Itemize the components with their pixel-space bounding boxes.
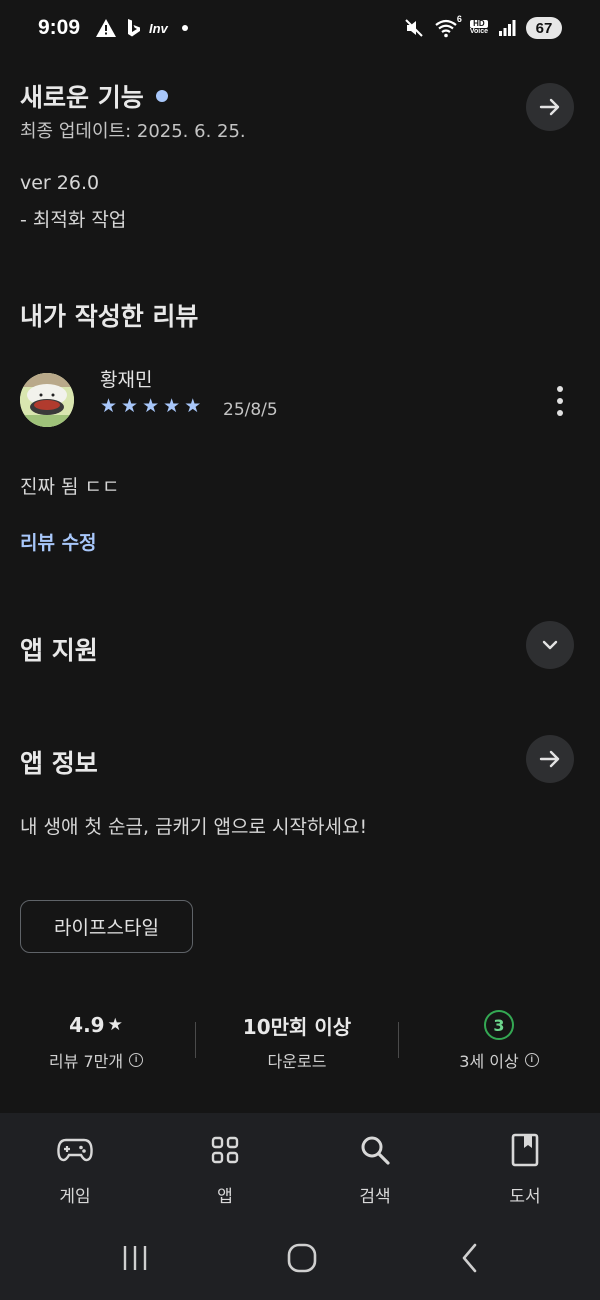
status-time: 9:09 bbox=[38, 16, 81, 39]
back-button[interactable] bbox=[440, 1238, 500, 1278]
app-support-title: 앱 지원 bbox=[20, 636, 98, 665]
app-support-expand-button[interactable] bbox=[526, 621, 574, 669]
info-icon[interactable]: i bbox=[129, 1053, 144, 1067]
mute-icon bbox=[405, 19, 423, 37]
stat-divider bbox=[195, 1022, 196, 1058]
nav-label-apps: 앱 bbox=[217, 1187, 233, 1207]
app-info-arrow-button[interactable] bbox=[526, 735, 574, 783]
home-icon bbox=[287, 1243, 317, 1273]
star-icon: ★ bbox=[121, 395, 139, 417]
downloads-value: 10만회 이상 bbox=[242, 1014, 352, 1039]
star-icon: ★ bbox=[107, 1015, 123, 1035]
downloads-label: 다운로드 bbox=[267, 1052, 327, 1071]
recent-apps-icon bbox=[123, 1246, 147, 1270]
reviewer-name: 황재민 bbox=[100, 369, 153, 391]
star-icon: ★ bbox=[184, 395, 202, 417]
review-more-options-icon[interactable] bbox=[548, 386, 572, 416]
signal-icon bbox=[499, 20, 516, 36]
arrow-right-icon bbox=[539, 750, 560, 768]
nav-item-games[interactable]: 게임 bbox=[25, 1130, 125, 1207]
status-system-icons: 6 HD Voice 67 bbox=[404, 14, 562, 39]
status-notification-icons: Inv bbox=[95, 18, 188, 38]
app-description: 내 생애 첫 순금, 금캐기 앱으로 시작하세요! bbox=[20, 816, 368, 838]
nav-item-books[interactable]: 도서 bbox=[475, 1130, 575, 1207]
age-rating-badge: 3 bbox=[484, 1010, 514, 1040]
review-stars: ★ ★ ★ ★ ★ bbox=[100, 396, 201, 416]
gamepad-icon bbox=[57, 1138, 93, 1162]
warning-icon bbox=[96, 19, 116, 37]
back-icon bbox=[462, 1243, 477, 1273]
chevron-down-icon bbox=[542, 640, 558, 650]
info-icon[interactable]: i bbox=[524, 1053, 539, 1067]
nav-item-apps[interactable]: 앱 bbox=[175, 1130, 275, 1207]
bing-icon bbox=[128, 19, 140, 37]
wifi-icon: 6 bbox=[434, 14, 462, 38]
last-updated-text: 최종 업데이트: 2025. 6. 25. bbox=[20, 121, 246, 142]
nav-label-games: 게임 bbox=[59, 1187, 91, 1207]
age-rating-stat: 3 3세 이상 i bbox=[399, 1010, 599, 1072]
rating-value: 4.9 bbox=[69, 1013, 105, 1037]
app-info-title: 앱 정보 bbox=[20, 749, 98, 778]
reviewer-avatar bbox=[20, 373, 74, 427]
edit-review-link[interactable]: 리뷰 수정 bbox=[20, 528, 97, 555]
star-icon: ★ bbox=[142, 395, 160, 417]
apps-grid-icon bbox=[211, 1136, 239, 1164]
status-bar: 9:09 Inv 6 HD Voice 67 bbox=[0, 0, 600, 62]
version-text: ver 26.0 bbox=[20, 172, 100, 194]
arrow-right-icon bbox=[539, 98, 560, 116]
recent-apps-button[interactable] bbox=[105, 1238, 165, 1278]
hd-voice-icon: HD Voice bbox=[469, 19, 488, 35]
whats-new-title: 새로운 기능 bbox=[20, 78, 168, 114]
home-button[interactable] bbox=[272, 1238, 332, 1278]
nav-label-search: 검색 bbox=[359, 1187, 391, 1207]
search-icon bbox=[361, 1136, 390, 1165]
nav-label-books: 도서 bbox=[509, 1187, 541, 1207]
my-review-title: 내가 작성한 리뷰 bbox=[20, 302, 199, 331]
whats-new-arrow-button[interactable] bbox=[526, 83, 574, 131]
nav-item-search[interactable]: 검색 bbox=[325, 1130, 425, 1207]
review-text: 진짜 됨 ㄷㄷ bbox=[20, 476, 120, 498]
review-date: 25/8/5 bbox=[223, 400, 278, 420]
rating-label: 리뷰 7만개 bbox=[48, 1052, 124, 1071]
category-chip[interactable]: 라이프스타일 bbox=[20, 900, 193, 953]
battery-indicator: 67 bbox=[526, 17, 562, 39]
star-icon: ★ bbox=[100, 395, 118, 417]
more-notifications-dot bbox=[181, 25, 188, 31]
downloads-stat: 10만회 이상 다운로드 bbox=[197, 1010, 397, 1072]
age-rating-label: 3세 이상 bbox=[459, 1052, 519, 1071]
star-icon: ★ bbox=[163, 395, 181, 417]
update-note-text: - 최적화 작업 bbox=[20, 209, 127, 231]
new-indicator-dot bbox=[155, 90, 168, 102]
rating-stat: 4.9 ★ 리뷰 7만개 i bbox=[0, 1010, 196, 1072]
investing-icon: Inv bbox=[149, 20, 168, 36]
book-icon bbox=[511, 1133, 539, 1167]
